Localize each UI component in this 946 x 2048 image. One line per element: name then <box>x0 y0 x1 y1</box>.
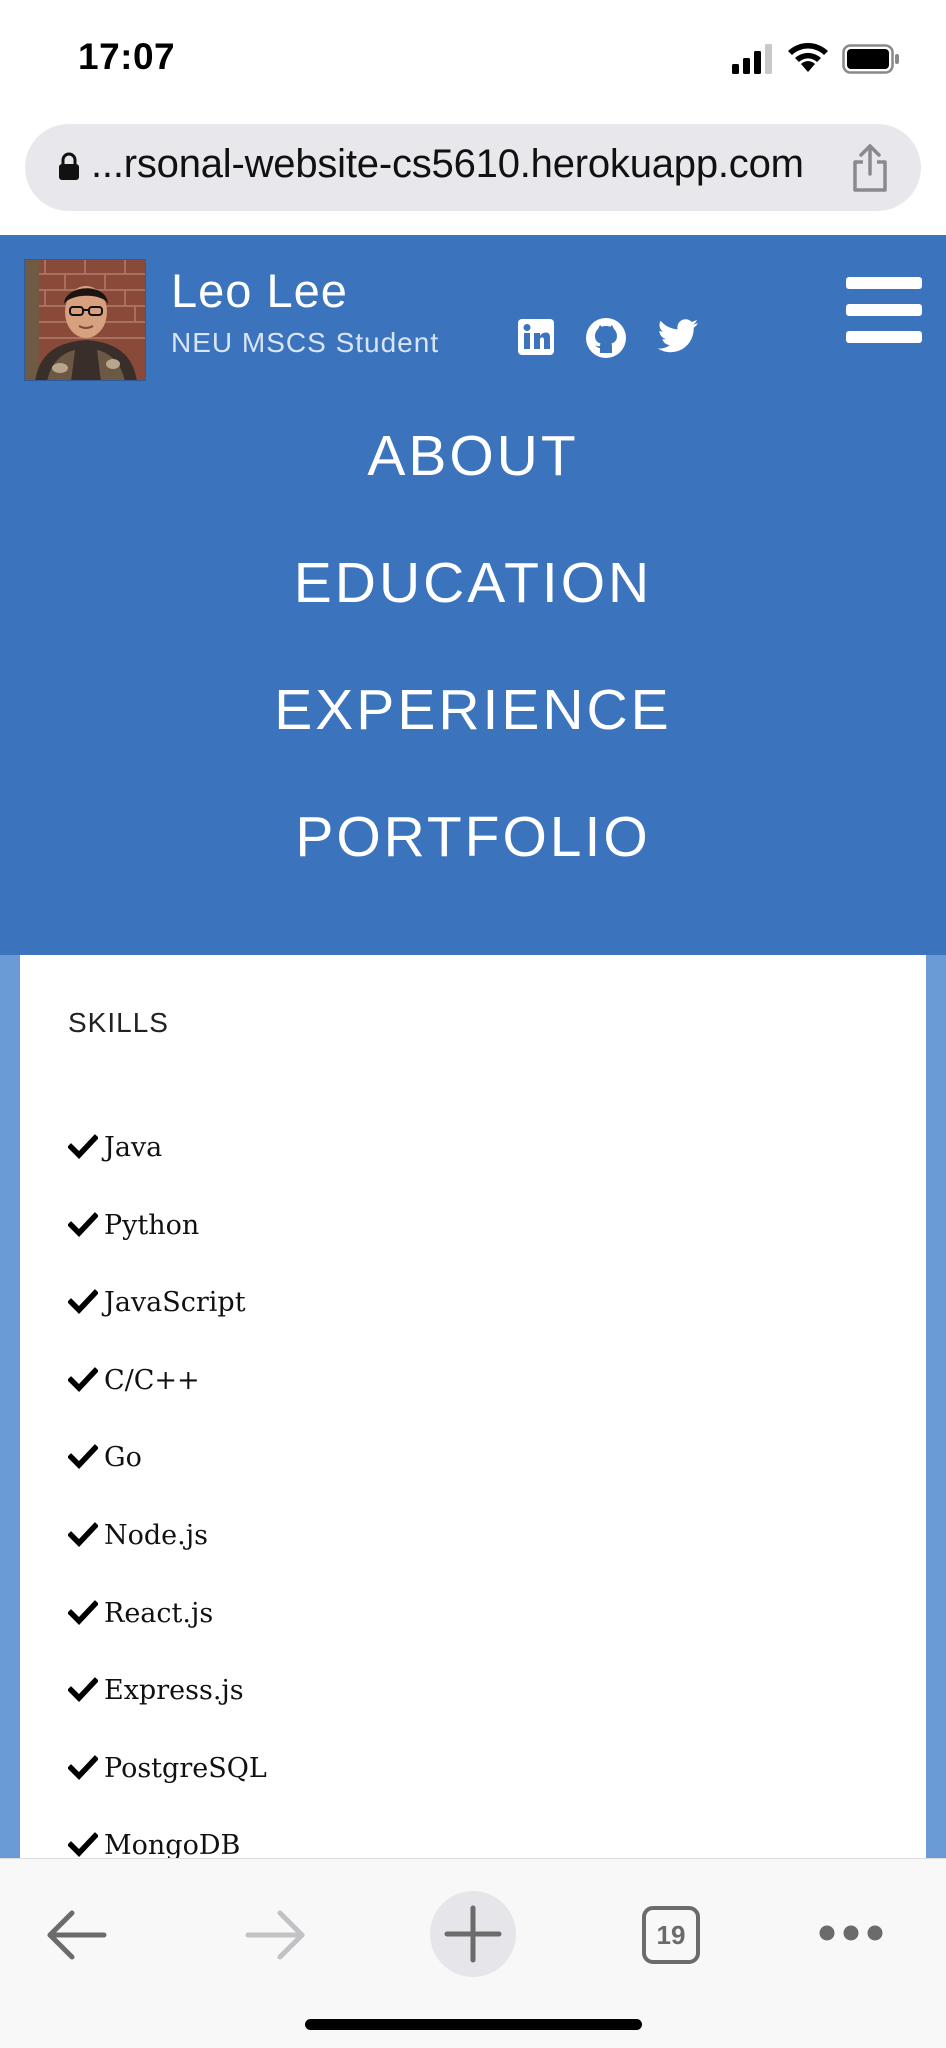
skill-item: React.js <box>68 1593 213 1633</box>
new-tab-button[interactable] <box>430 1891 516 1977</box>
site-header: Leo Lee NEU MSCS Student ABOUT EDUCATION… <box>0 235 946 955</box>
browser-toolbar: 19 <box>0 1858 946 2048</box>
home-indicator <box>305 2019 642 2030</box>
twitter-icon[interactable] <box>657 319 699 355</box>
check-icon <box>68 1212 98 1237</box>
skill-item: PostgreSQL <box>68 1748 267 1788</box>
check-icon <box>68 1444 98 1469</box>
forward-arrow-icon[interactable] <box>244 1909 306 1961</box>
site-subtitle: NEU MSCS Student <box>171 327 440 358</box>
address-bar[interactable]: ...rsonal-website-cs5610.herokuapp.com <box>25 124 921 211</box>
check-icon <box>68 1367 98 1392</box>
skill-label: JavaScript <box>104 1286 246 1318</box>
skill-item: Java <box>68 1127 162 1167</box>
linkedin-icon[interactable] <box>518 319 554 355</box>
skill-label: Node.js <box>104 1519 208 1551</box>
skill-item: Express.js <box>68 1670 244 1710</box>
lock-icon <box>59 152 79 180</box>
status-bar: 17:07 <box>0 0 946 118</box>
check-icon <box>68 1832 98 1857</box>
nav-experience[interactable]: EXPERIENCE <box>0 677 946 743</box>
check-icon <box>68 1134 98 1159</box>
check-icon <box>68 1677 98 1702</box>
tabs-icon[interactable]: 19 <box>642 1906 700 1964</box>
skill-label: Python <box>104 1209 200 1241</box>
url-text[interactable]: ...rsonal-website-cs5610.herokuapp.com <box>91 142 804 187</box>
skill-item: Node.js <box>68 1515 208 1555</box>
plus-icon <box>444 1905 502 1963</box>
back-arrow-icon[interactable] <box>46 1909 108 1961</box>
nav-about[interactable]: ABOUT <box>0 423 946 489</box>
menu-icon[interactable] <box>846 277 922 343</box>
more-icon[interactable] <box>818 1923 884 1943</box>
check-icon <box>68 1289 98 1314</box>
skill-item: Go <box>68 1437 142 1477</box>
github-icon[interactable] <box>585 317 627 359</box>
skill-label: PostgreSQL <box>104 1752 267 1784</box>
skill-label: Java <box>104 1131 163 1163</box>
status-time: 17:07 <box>78 36 176 77</box>
skills-card: SKILLS Java Python JavaScript C/C++ Go Node.j… <box>20 955 926 1861</box>
battery-icon <box>842 44 899 74</box>
nav-portfolio[interactable]: PORTFOLIO <box>0 804 946 870</box>
page: 17:07 ...rsonal-website-cs5610.herokuapp… <box>0 0 946 2048</box>
wifi-icon <box>788 43 828 72</box>
avatar <box>24 259 146 381</box>
check-icon <box>68 1600 98 1625</box>
check-icon <box>68 1522 98 1547</box>
check-icon <box>68 1755 98 1780</box>
skill-label: MongoDB <box>104 1829 241 1861</box>
skill-item: C/C++ <box>68 1360 200 1400</box>
site-name: Leo Lee <box>171 264 348 317</box>
cellular-signal-icon <box>732 44 772 74</box>
skill-item: Python <box>68 1205 199 1245</box>
skill-item: JavaScript <box>68 1282 246 1322</box>
nav-education[interactable]: EDUCATION <box>0 550 946 616</box>
skill-label: C/C++ <box>104 1364 200 1396</box>
skill-label: Go <box>104 1441 142 1473</box>
skill-label: React.js <box>104 1597 214 1629</box>
share-icon[interactable] <box>849 144 891 192</box>
skills-title: SKILLS <box>68 1007 169 1038</box>
skill-label: Express.js <box>104 1674 244 1706</box>
content-area: SKILLS Java Python JavaScript C/C++ Go Node.j… <box>0 955 946 1861</box>
